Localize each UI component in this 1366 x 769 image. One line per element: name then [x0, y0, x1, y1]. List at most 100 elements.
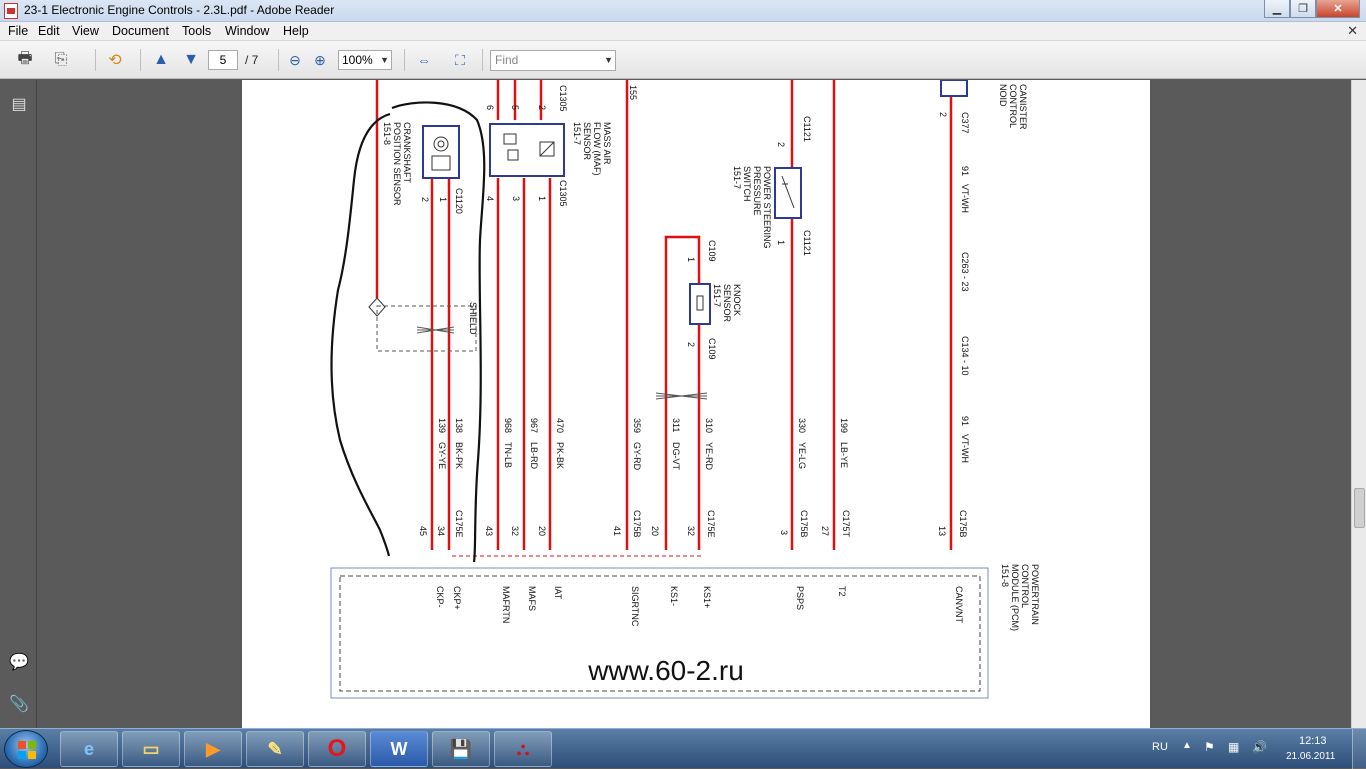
clock-date[interactable]: 21.06.2011 [1286, 751, 1335, 762]
svg-text:3: 3 [779, 530, 789, 535]
comments-icon[interactable]: 💬 [9, 652, 29, 672]
menu-document[interactable]: Document [112, 24, 169, 38]
svg-text:2: 2 [938, 112, 948, 117]
word-icon[interactable]: W [370, 731, 428, 767]
svg-text:GY-YE: GY-YE [437, 442, 447, 469]
show-hidden-icons-icon[interactable]: ▲ [1182, 740, 1192, 751]
navigation-panel: ▤ 💬 📎 [0, 80, 37, 728]
svg-text:PK-BK: PK-BK [555, 442, 565, 469]
language-indicator[interactable]: RU [1152, 741, 1168, 753]
svg-text:311: 311 [671, 418, 681, 432]
menu-help[interactable]: Help [283, 24, 309, 38]
clock-time[interactable]: 12:13 [1299, 735, 1327, 747]
minimize-button[interactable]: ▁ [1264, 0, 1290, 18]
share-icon[interactable]: ⎘ [50, 50, 72, 70]
show-desktop-button[interactable] [1352, 729, 1366, 769]
svg-text:34: 34 [436, 526, 446, 536]
collaborate-icon[interactable]: ⟲ [104, 50, 126, 70]
watermark: www.60-2.ru [587, 655, 744, 686]
svg-text:MODULE (PCM): MODULE (PCM) [1010, 564, 1020, 631]
svg-text:BK-PK: BK-PK [454, 442, 464, 469]
document-area: 6 5 2 C1305 155 CRANKSHAFT POSITION SENS… [38, 80, 1351, 728]
find-input[interactable]: Find ▼ [490, 50, 616, 71]
chevron-down-icon: ▼ [604, 55, 613, 65]
menu-view[interactable]: View [72, 24, 99, 38]
svg-text:C377: C377 [960, 112, 970, 134]
network-icon[interactable]: ▦ [1228, 740, 1239, 754]
next-page-icon[interactable]: ▼ [180, 50, 202, 70]
svg-text:32: 32 [510, 526, 520, 536]
svg-text:91: 91 [960, 166, 970, 176]
svg-text:SWITCH: SWITCH [742, 166, 752, 202]
svg-text:SENSOR: SENSOR [722, 284, 732, 323]
svg-text:POWERTRAIN: POWERTRAIN [1030, 564, 1040, 625]
zoom-out-icon[interactable]: ⊖ [284, 50, 306, 70]
svg-text:32: 32 [686, 526, 696, 536]
media-player-icon[interactable]: ▶ [184, 731, 242, 767]
svg-text:43: 43 [484, 526, 494, 536]
taskbar: e ▭ ▶ ✎ O W 💾 ⛬ RU ▲ ⚑ ▦ 🔊 12:13 21.06.2… [0, 728, 1366, 769]
svg-text:20: 20 [537, 526, 547, 536]
print-icon[interactable]: 🖶 [14, 50, 36, 70]
internet-explorer-icon[interactable]: e [60, 731, 118, 767]
fit-page-icon[interactable]: ⛶ [449, 50, 471, 70]
close-document-icon[interactable]: ✕ [1347, 23, 1358, 39]
svg-text:VT-WH: VT-WH [960, 184, 970, 213]
svg-text:KNOCK: KNOCK [732, 284, 742, 316]
menu-file[interactable]: File [8, 24, 28, 38]
svg-text:C175B: C175B [799, 510, 809, 538]
window-title: 23-1 Electronic Engine Controls - 2.3L.p… [24, 3, 335, 17]
menu-tools[interactable]: Tools [182, 24, 211, 38]
svg-text:1: 1 [438, 197, 448, 202]
menu-bar: File Edit View Document Tools Window Hel… [0, 22, 1366, 41]
svg-text:LB-RD: LB-RD [529, 442, 539, 470]
svg-text:151-8: 151-8 [1000, 564, 1010, 587]
svg-text:C1305: C1305 [558, 85, 568, 112]
svg-text:VT-WH: VT-WH [960, 434, 970, 463]
svg-text:C1121: C1121 [802, 230, 812, 256]
vertical-scrollbar[interactable] [1351, 80, 1366, 728]
opera-icon[interactable]: O [308, 731, 366, 767]
svg-text:IAT: IAT [553, 586, 563, 600]
svg-text:CONTROL: CONTROL [1008, 84, 1018, 128]
svg-text:359: 359 [632, 418, 642, 433]
svg-text:T2: T2 [837, 586, 847, 597]
svg-text:LB-YE: LB-YE [839, 442, 849, 468]
adobe-reader-icon [4, 3, 18, 19]
volume-icon[interactable]: 🔊 [1252, 740, 1267, 754]
save-app-icon[interactable]: 💾 [432, 731, 490, 767]
attachments-icon[interactable]: 📎 [9, 694, 29, 714]
file-explorer-icon[interactable]: ▭ [122, 731, 180, 767]
restore-button[interactable]: ❐ [1290, 0, 1316, 18]
fit-width-icon[interactable]: ⇔ [413, 50, 435, 70]
page-total: / 7 [245, 53, 259, 67]
svg-text:151-7: 151-7 [712, 284, 722, 307]
adobe-reader-icon[interactable]: ⛬ [494, 731, 552, 767]
page-number-input[interactable]: 5 [208, 50, 238, 70]
svg-text:KS1-: KS1- [669, 586, 679, 606]
svg-text:C109: C109 [707, 240, 717, 262]
svg-text:CANISTER: CANISTER [1018, 84, 1028, 130]
svg-text:4: 4 [485, 196, 495, 201]
find-placeholder: Find [495, 53, 519, 67]
pages-icon[interactable]: ▤ [9, 94, 29, 114]
svg-text:C1120: C1120 [454, 188, 464, 214]
svg-text:968: 968 [503, 418, 513, 433]
svg-text:967: 967 [529, 418, 539, 433]
scrollbar-thumb[interactable] [1354, 488, 1365, 528]
zoom-select[interactable]: 100% ▼ [338, 50, 392, 70]
svg-text:151-8: 151-8 [382, 122, 392, 145]
paint-icon[interactable]: ✎ [246, 731, 304, 767]
start-button[interactable] [4, 730, 48, 768]
action-center-icon[interactable]: ⚑ [1204, 740, 1215, 754]
close-button[interactable]: ✕ [1316, 0, 1360, 18]
zoom-in-icon[interactable]: ⊕ [309, 50, 331, 70]
svg-text:3: 3 [511, 196, 521, 201]
menu-edit[interactable]: Edit [38, 24, 60, 38]
previous-page-icon[interactable]: ▲ [150, 50, 172, 70]
menu-window[interactable]: Window [225, 24, 269, 38]
svg-text:SENSOR: SENSOR [582, 122, 592, 161]
svg-text:2: 2 [420, 197, 430, 202]
svg-text:C1305: C1305 [558, 180, 568, 207]
svg-text:CONTROL: CONTROL [1020, 564, 1030, 608]
